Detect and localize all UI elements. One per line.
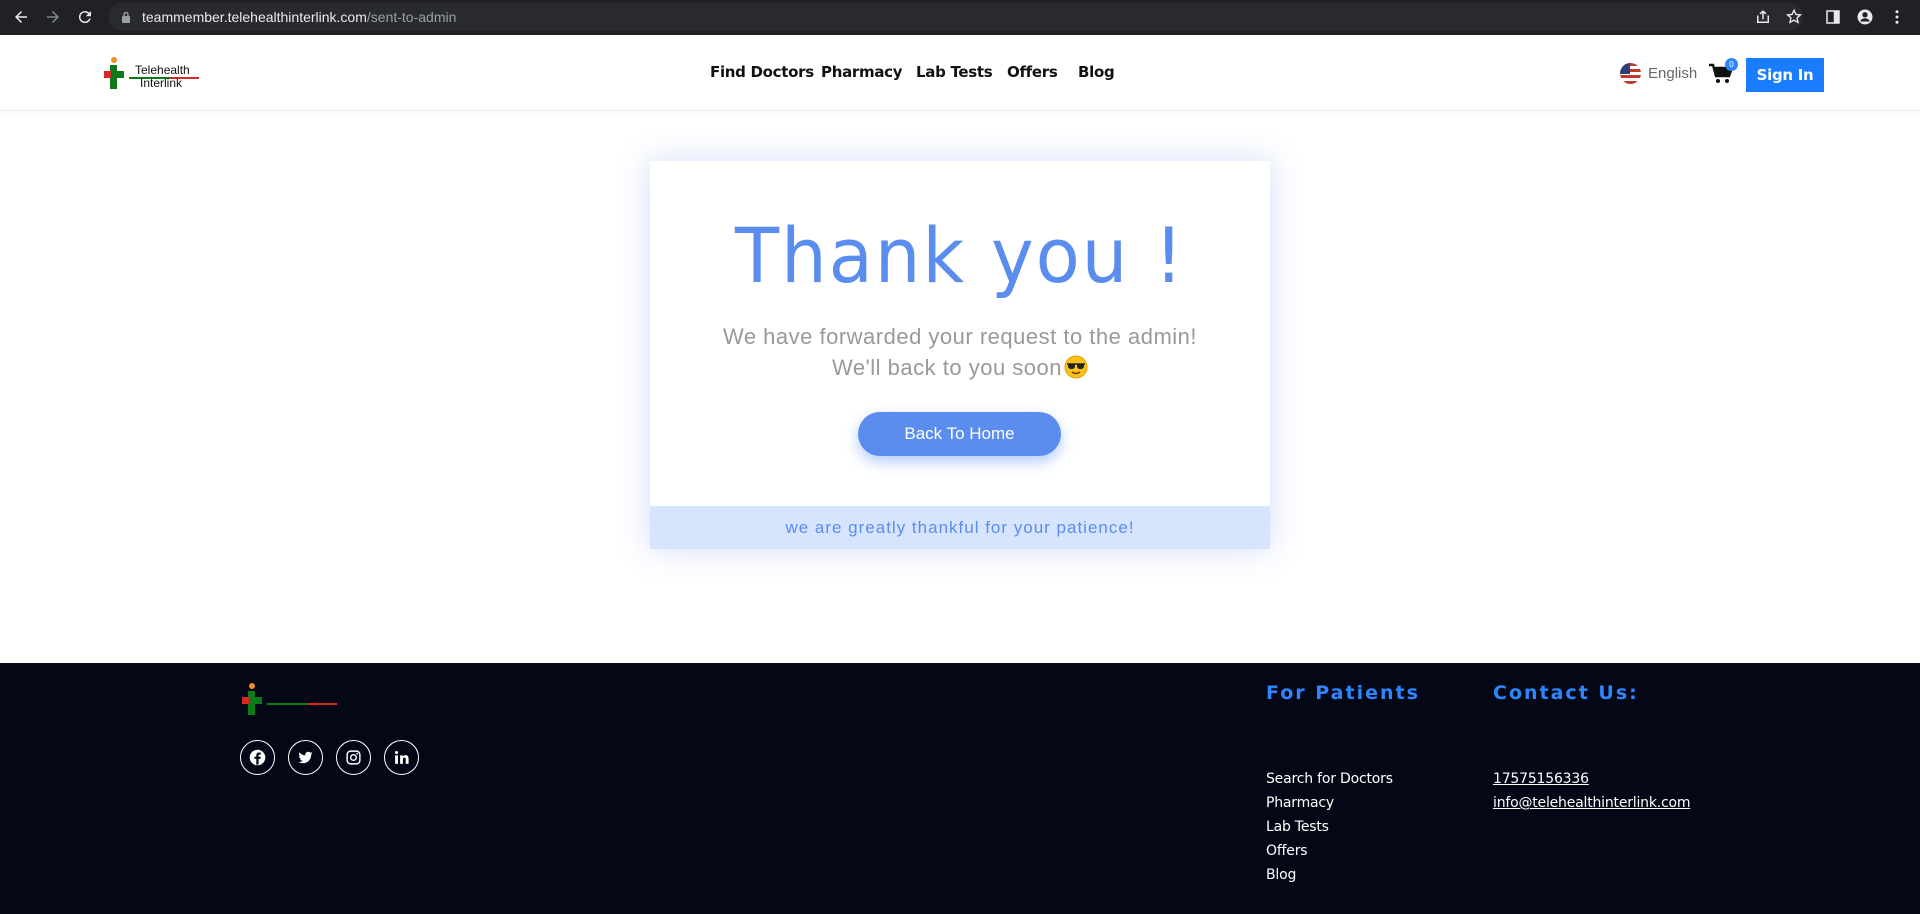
footer-logo-icon: [242, 683, 337, 715]
reload-icon[interactable]: [73, 5, 97, 29]
nav-lab-tests[interactable]: Lab Tests: [916, 63, 993, 81]
site-header: Telehealth Interlink Find Doctors Pharma…: [0, 35, 1920, 111]
contact-phone-item: 17575156336: [1493, 767, 1690, 791]
patients-links: Search for Doctors Pharmacy Lab Tests Of…: [1266, 767, 1393, 887]
message-line1: We have forwarded your request to the ad…: [722, 324, 1198, 349]
footer-link-lab-tests[interactable]: Lab Tests: [1266, 815, 1393, 839]
contact-email-link[interactable]: info@telehealthinterlink.com: [1493, 795, 1691, 811]
forward-arrow-icon[interactable]: [41, 5, 65, 29]
contact-links: 17575156336 info@telehealthinterlink.com: [1493, 767, 1691, 815]
menu-dots-icon[interactable]: [1885, 5, 1909, 29]
sunglasses-emoji-icon: [1064, 355, 1088, 379]
url-text: teammember.telehealthinterlink.com/sent-…: [142, 9, 457, 25]
footer-link-offers[interactable]: Offers: [1266, 839, 1393, 863]
us-flag-icon: [1620, 63, 1641, 84]
sign-in-button[interactable]: Sign In: [1746, 58, 1824, 92]
language-selector[interactable]: English: [1620, 63, 1697, 84]
nav-pharmacy[interactable]: Pharmacy: [821, 63, 903, 81]
browser-toolbar: teammember.telehealthinterlink.com/sent-…: [0, 0, 1920, 35]
language-label: English: [1648, 65, 1698, 82]
contact-us-heading: Contact Us:: [1493, 682, 1639, 704]
facebook-icon[interactable]: [240, 740, 275, 775]
nav-blog[interactable]: Blog: [1078, 63, 1115, 81]
sidepanel-icon[interactable]: [1821, 5, 1845, 29]
footer-link-pharmacy[interactable]: Pharmacy: [1266, 791, 1393, 815]
thank-you-title: Thank you !: [734, 211, 1186, 300]
message-line2: We'll back to you soon: [650, 355, 1270, 381]
for-patients-heading: For Patients: [1266, 682, 1420, 704]
linkedin-icon[interactable]: [384, 740, 419, 775]
nav-offers[interactable]: Offers: [1007, 63, 1058, 81]
bookmark-star-icon[interactable]: [1782, 5, 1806, 29]
cart-count-badge: 0: [1725, 58, 1738, 71]
thank-you-card: Thank you ! We have forwarded your reque…: [650, 161, 1270, 549]
social-links: [240, 740, 419, 775]
footer-link-search-doctors[interactable]: Search for Doctors: [1266, 767, 1393, 791]
back-arrow-icon[interactable]: [9, 5, 33, 29]
footer-link-blog[interactable]: Blog: [1266, 863, 1393, 887]
site-footer: For Patients Search for Doctors Pharmacy…: [0, 663, 1920, 914]
back-to-home-button[interactable]: Back To Home: [858, 412, 1061, 456]
profile-icon[interactable]: [1853, 5, 1877, 29]
card-footer-note: we are greatly thankful for your patienc…: [650, 506, 1270, 549]
share-icon[interactable]: [1751, 5, 1775, 29]
nav-find-doctors[interactable]: Find Doctors: [710, 63, 814, 81]
contact-phone-link[interactable]: 17575156336: [1493, 771, 1589, 787]
address-bar[interactable]: teammember.telehealthinterlink.com/sent-…: [108, 3, 1803, 31]
footer-logo[interactable]: [240, 681, 340, 721]
contact-email-item: info@telehealthinterlink.com: [1493, 791, 1691, 815]
instagram-icon[interactable]: [336, 740, 371, 775]
twitter-icon[interactable]: [288, 740, 323, 775]
lock-icon: [122, 11, 130, 23]
